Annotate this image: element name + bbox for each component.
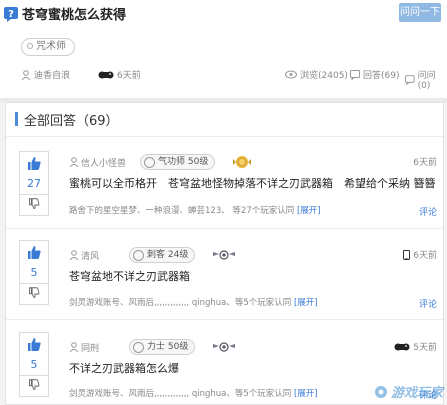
approvals-text: 剑灵游戏账号、风雨后,,,,,,,,,,,,, qinghua、等5个玩家认同: [69, 389, 294, 399]
answer-time: 5天前: [413, 343, 437, 353]
thumbs-up-icon: [28, 157, 41, 170]
answer-user-line: 同刑 力士 50级: [69, 339, 236, 355]
answers-count-label: 回答(69): [363, 71, 400, 81]
vote-count: 5: [30, 266, 38, 279]
mobile-icon: [403, 249, 411, 260]
follow-count[interactable]: 问问(0): [405, 68, 447, 91]
medal-icon: [233, 156, 252, 168]
thumbs-up-icon: [28, 338, 41, 351]
rank-badge: 刺客 24级: [129, 247, 196, 263]
tag-label: 咒术师: [36, 41, 66, 52]
views-label: 浏览(2405): [300, 71, 348, 81]
watermark: 游戏玩家: [373, 382, 443, 401]
question-bubble-icon: [405, 74, 415, 85]
answers-panel: 全部回答（69） 27 信人小怪兽 气功师 50级 6天前 蜜桃可以全币格开 苍…: [5, 102, 444, 405]
answer-approvals: 路舍下的星空星梦、一种浪漫、蝉芸123、 等27个玩家认同 [展开]: [69, 204, 321, 216]
thumbs-down-icon: [29, 379, 40, 390]
answer-username[interactable]: 信人小怪兽: [81, 156, 126, 169]
thumbs-down-icon: [29, 198, 40, 209]
wings-emblem-icon: [213, 250, 236, 260]
follow-label: 问问(0): [417, 71, 436, 91]
eye-icon: [285, 70, 297, 79]
answer-text: 不详之刃武器箱怎么爆: [69, 362, 179, 375]
vote-box: 5: [19, 332, 49, 397]
class-icon: [133, 341, 145, 353]
answer-time-group: 5天前: [394, 340, 437, 353]
rank-badge: 力士 50级: [129, 339, 196, 355]
gamepad-icon: [394, 343, 410, 350]
downvote-button[interactable]: [20, 376, 48, 396]
svg-text:?: ?: [8, 9, 14, 20]
comment-link[interactable]: 评论: [419, 205, 437, 218]
thumbs-up-icon: [28, 246, 41, 259]
question-time: 6天前: [98, 68, 141, 81]
answer-divider: [6, 228, 443, 229]
answers-header: 全部回答（69）: [15, 111, 119, 129]
user-icon: [69, 157, 79, 167]
downvote-button[interactable]: [20, 284, 48, 304]
question-author[interactable]: 迪香自浪: [21, 68, 70, 81]
comment-link[interactable]: 评论: [419, 297, 437, 310]
watermark-text: 游戏玩家: [390, 386, 443, 401]
question-title: 苍穹蜜桃怎么获得: [22, 8, 127, 23]
user-icon: [69, 342, 79, 352]
rank-label: 刺客 24级: [147, 250, 189, 260]
downvote-button[interactable]: [20, 195, 48, 215]
user-icon: [21, 69, 31, 80]
vote-count: 5: [30, 358, 38, 371]
expand-link[interactable]: [展开]: [294, 389, 318, 399]
author-name: 迪香自浪: [34, 71, 71, 81]
vote-count: 27: [27, 177, 41, 190]
answer-text: 苍穹盆地不详之刃武器箱: [69, 270, 190, 283]
class-icon: [144, 156, 156, 168]
expand-link[interactable]: [展开]: [294, 298, 318, 308]
watermark-logo-icon: [374, 385, 387, 398]
approvals-text: 剑灵游戏账号、风雨后,,,,,,,,,,,,, qinghua、等5个玩家认同: [69, 298, 294, 308]
answer-username[interactable]: 同刑: [81, 341, 99, 354]
expand-link[interactable]: [展开]: [297, 206, 321, 216]
tag-icon: [27, 43, 33, 49]
vote-box: 5: [19, 240, 49, 305]
vote-box: 27: [19, 151, 49, 216]
answer-divider: [6, 319, 443, 320]
answer-text: 蜜桃可以全币格开 苍穹盆地怪物掉落不详之刃武器箱 希望给个采纳 簪簪: [69, 177, 436, 190]
rank-label: 力士 50级: [147, 342, 189, 352]
class-icon: [133, 249, 145, 261]
user-icon: [69, 250, 79, 260]
question-header: ? 苍穹蜜桃怎么获得 问问一下 咒术师 迪香自浪 6天前 浏览(2405) 回答…: [0, 0, 447, 98]
thumbs-down-icon: [29, 287, 40, 298]
comment-icon: [350, 69, 360, 80]
answer-time-group: 6天前: [403, 248, 437, 261]
answer-user-line: 清风 刺客 24级: [69, 247, 236, 263]
approvals-text: 路舍下的星空星梦、一种浪漫、蝉芸123、 等27个玩家认同: [69, 206, 297, 216]
question-title-row: ? 苍穹蜜桃怎么获得: [3, 4, 126, 23]
header-divider: [6, 136, 443, 137]
answer-username[interactable]: 清风: [81, 249, 99, 262]
rank-badge: 气功师 50级: [140, 154, 216, 170]
answer-approvals: 剑灵游戏账号、风雨后,,,,,,,,,,,,, qinghua、等5个玩家认同 …: [69, 387, 318, 399]
ask-button[interactable]: 问问一下: [399, 3, 441, 22]
answer-user-line: 信人小怪兽 气功师 50级: [69, 154, 252, 170]
wings-emblem-icon: [213, 342, 236, 352]
answer-approvals: 剑灵游戏账号、风雨后,,,,,,,,,,,,, qinghua、等5个玩家认同 …: [69, 296, 318, 308]
answers-header-title: 全部回答（69）: [24, 113, 119, 129]
answer-time: 6天前: [413, 158, 437, 168]
views-count: 浏览(2405): [285, 68, 348, 81]
header-accent-bar: [15, 112, 18, 126]
answers-count[interactable]: 回答(69): [350, 68, 399, 81]
question-tag[interactable]: 咒术师: [21, 38, 75, 56]
question-icon: ?: [4, 6, 18, 22]
rank-label: 气功师 50级: [158, 157, 209, 167]
answer-time: 6天前: [413, 251, 437, 261]
post-time: 6天前: [117, 71, 141, 81]
gamepad-icon: [98, 71, 114, 78]
